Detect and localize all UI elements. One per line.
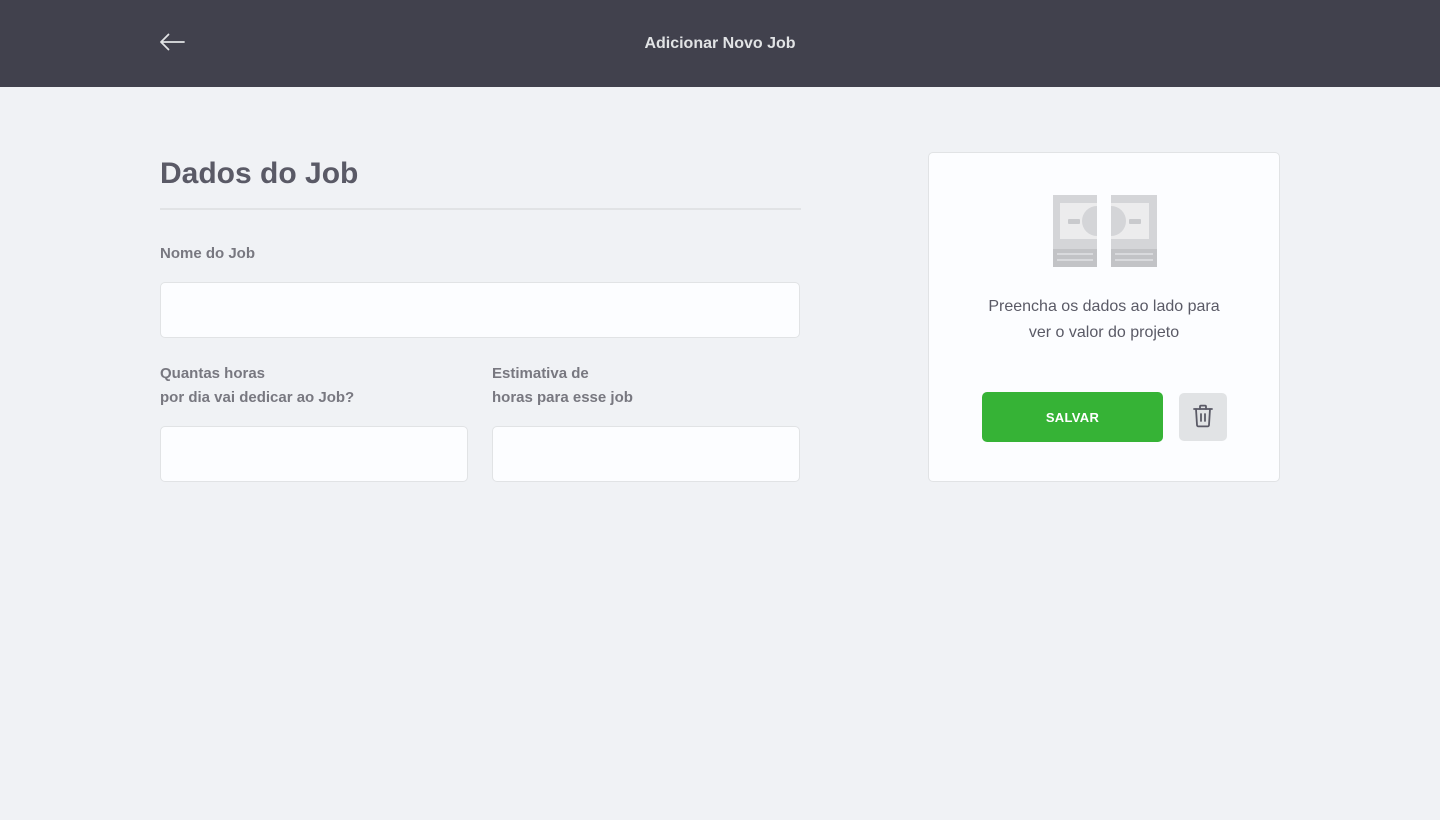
section-title: Dados do Job bbox=[160, 152, 801, 210]
total-hours-label: Estimativa de horas para esse job bbox=[492, 365, 633, 406]
delete-button[interactable] bbox=[1179, 393, 1227, 441]
total-hours-input[interactable] bbox=[492, 426, 800, 482]
summary-card: Preencha os dados ao lado para ver o val… bbox=[928, 152, 1280, 482]
top-bar: Adicionar Novo Job bbox=[0, 0, 1440, 87]
daily-hours-input[interactable] bbox=[160, 426, 468, 482]
page-title: Adicionar Novo Job bbox=[644, 35, 796, 52]
job-name-input[interactable] bbox=[160, 282, 800, 338]
daily-hours-label: Quantas horas por dia vai dedicar ao Job… bbox=[160, 365, 355, 406]
money-icon bbox=[1053, 193, 1157, 269]
job-name-label: Nome do Job bbox=[160, 245, 256, 262]
job-form: Dados do Job Nome do Job Quantas horas p… bbox=[160, 152, 801, 482]
summary-text: Preencha os dados ao lado para ver o val… bbox=[988, 298, 1220, 341]
save-button[interactable]: SALVAR bbox=[982, 392, 1163, 442]
trash-icon bbox=[1192, 404, 1214, 431]
